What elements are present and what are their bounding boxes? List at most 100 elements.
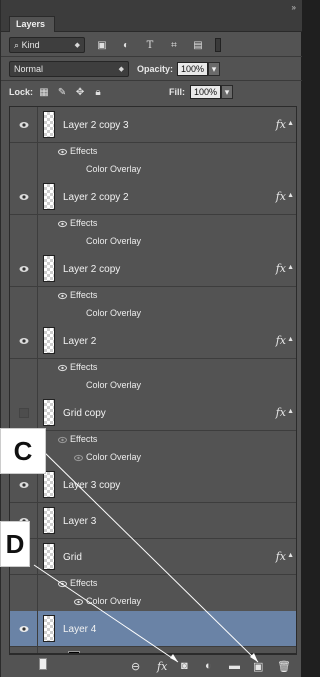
eye-icon[interactable]: [58, 292, 67, 300]
effects-row[interactable]: Effects: [10, 143, 296, 161]
opacity-label: Opacity:: [137, 64, 174, 74]
effect-row[interactable]: Color Overlay: [10, 449, 296, 467]
lock-row: Lock: ▦ ✎ ✥ 🔒︎ Fill: 100% ▾: [9, 85, 297, 99]
eye-icon[interactable]: [58, 364, 67, 372]
new-layer-icon[interactable]: ▣: [253, 660, 263, 673]
fx-icon[interactable]: fx: [276, 334, 286, 347]
smart-object-filter-icon[interactable]: ▤: [191, 38, 205, 52]
chevron-down-icon: ◆: [118, 66, 124, 73]
shape-filter-icon[interactable]: ⌗: [167, 38, 181, 52]
effects-row[interactable]: Effects: [10, 575, 296, 593]
add-mask-icon[interactable]: ◙: [181, 660, 188, 672]
layer-row[interactable]: Grid fx ▲: [10, 539, 296, 575]
visibility-cell[interactable]: [10, 611, 38, 646]
effect-name: Color Overlay: [86, 236, 142, 246]
effect-row[interactable]: Color Overlay: [10, 233, 296, 251]
effects-row[interactable]: Effects: [10, 431, 296, 449]
eye-icon[interactable]: [19, 480, 29, 490]
collapse-icon[interactable]: »: [292, 3, 296, 12]
layer-row[interactable]: Layer 3 copy: [10, 467, 296, 503]
visibility-cell[interactable]: [10, 251, 38, 286]
fill-slider-button[interactable]: ▾: [221, 85, 234, 99]
eye-icon[interactable]: [58, 148, 67, 156]
eye-icon[interactable]: [19, 624, 29, 634]
effects-row[interactable]: Effects: [10, 287, 296, 305]
layer-row[interactable]: Layer 3: [10, 503, 296, 539]
layer-name[interactable]: Layer 2: [63, 336, 96, 347]
eye-icon[interactable]: [19, 120, 29, 130]
visibility-cell[interactable]: [10, 107, 38, 142]
eye-icon[interactable]: [19, 336, 29, 346]
layer-row[interactable]: Grid copy fx ▲: [10, 395, 296, 431]
layer-name[interactable]: Layer 2 copy 3: [63, 120, 129, 131]
eye-icon[interactable]: [58, 436, 67, 444]
divider: [1, 56, 302, 57]
fx-icon[interactable]: fx: [276, 406, 286, 419]
layer-name[interactable]: Layer 2 copy: [63, 264, 120, 275]
lock-pixels-icon[interactable]: ✎: [55, 85, 69, 99]
eye-icon[interactable]: [74, 454, 83, 462]
expand-triangle-icon[interactable]: ▲: [287, 408, 294, 415]
layer-name[interactable]: Grid: [63, 552, 82, 563]
layer-row[interactable]: 8 B: [10, 647, 296, 653]
adjustment-filter-icon[interactable]: ◐: [119, 38, 133, 52]
effect-row[interactable]: Color Overlay: [10, 305, 296, 323]
visibility-off-icon[interactable]: [19, 408, 29, 418]
layer-name[interactable]: Layer 3: [63, 516, 96, 527]
filter-kind-select[interactable]: ⌕ Kind ◆: [9, 37, 85, 53]
effect-row[interactable]: Color Overlay: [10, 593, 296, 611]
eye-icon[interactable]: [58, 220, 67, 228]
effects-row[interactable]: Effects: [10, 359, 296, 377]
eye-icon[interactable]: [74, 598, 83, 606]
eye-icon[interactable]: [19, 264, 29, 274]
filter-toggle-icon[interactable]: [215, 38, 221, 52]
layer-thumbnail: [43, 255, 55, 282]
layer-row[interactable]: Layer 2 copy 3 fx ▲: [10, 107, 296, 143]
eye-icon[interactable]: [19, 192, 29, 202]
opacity-input[interactable]: 100%: [177, 62, 209, 76]
layer-name[interactable]: Layer 4: [63, 624, 96, 635]
fx-icon[interactable]: fx: [276, 550, 286, 563]
layer-thumbnail: [43, 399, 55, 426]
expand-triangle-icon[interactable]: ▲: [287, 552, 294, 559]
layer-name[interactable]: Layer 2 copy 2: [63, 192, 129, 203]
effect-row[interactable]: Color Overlay: [10, 377, 296, 395]
fill-input[interactable]: 100%: [190, 85, 222, 99]
opacity-slider-button[interactable]: ▾: [208, 62, 221, 76]
visibility-cell[interactable]: [10, 395, 38, 430]
layer-row-selected[interactable]: Layer 4: [10, 611, 296, 647]
new-group-icon[interactable]: ▬: [229, 660, 240, 672]
layer-name[interactable]: Grid copy: [63, 408, 106, 419]
expand-triangle-icon[interactable]: ▲: [287, 120, 294, 127]
filter-kind-value: Kind: [21, 39, 40, 50]
lock-position-icon[interactable]: ✥: [73, 85, 87, 99]
expand-triangle-icon[interactable]: ▲: [287, 192, 294, 199]
expand-triangle-icon[interactable]: ▲: [287, 264, 294, 271]
layer-row[interactable]: Layer 2 fx ▲: [10, 323, 296, 359]
lock-all-icon[interactable]: 🔒︎: [91, 85, 105, 99]
link-layers-icon[interactable]: ⊖: [131, 660, 140, 673]
expand-triangle-icon[interactable]: ▲: [287, 336, 294, 343]
add-style-icon[interactable]: fx: [157, 660, 167, 673]
fx-icon[interactable]: fx: [276, 118, 286, 131]
effects-row[interactable]: Effects: [10, 215, 296, 233]
tab-layers[interactable]: Layers: [9, 16, 55, 32]
layer-row[interactable]: Layer 2 copy fx ▲: [10, 251, 296, 287]
fx-icon[interactable]: fx: [276, 262, 286, 275]
blend-mode-select[interactable]: Normal ◆: [9, 61, 129, 77]
new-adjustment-icon[interactable]: ◐: [205, 660, 212, 672]
visibility-cell[interactable]: [10, 647, 38, 653]
lock-transparent-icon[interactable]: ▦: [37, 85, 51, 99]
visibility-cell[interactable]: [10, 323, 38, 358]
layer-thumbnail: [43, 543, 55, 570]
type-filter-icon[interactable]: T: [143, 38, 157, 52]
visibility-cell[interactable]: [10, 179, 38, 214]
fx-icon[interactable]: fx: [276, 190, 286, 203]
layer-name[interactable]: Layer 3 copy: [63, 480, 120, 491]
eye-icon[interactable]: [58, 580, 67, 588]
effect-row[interactable]: Color Overlay: [10, 161, 296, 179]
pixel-filter-icon[interactable]: ▣: [95, 38, 109, 52]
effects-visibility-cell: [10, 359, 38, 377]
layer-row[interactable]: Layer 2 copy 2 fx ▲: [10, 179, 296, 215]
trash-icon[interactable]: 🗑︎: [277, 660, 291, 673]
